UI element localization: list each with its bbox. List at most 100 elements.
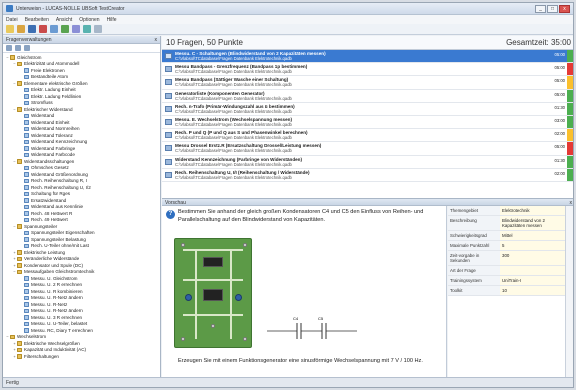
question-icon	[24, 100, 29, 105]
question-time: 01:30	[554, 157, 565, 163]
tree-item[interactable]: + Filterschaltungen	[5, 353, 158, 360]
question-icon	[24, 211, 29, 216]
question-icon	[165, 145, 172, 152]
tree-panel-close-button[interactable]: x	[155, 37, 158, 43]
difficulty-indicator	[567, 115, 573, 129]
export-icon[interactable]	[72, 25, 80, 33]
tree-item-label: Spannungsteiler Eigenschaften	[31, 230, 95, 236]
circuit-board-image	[174, 238, 252, 348]
question-row[interactable]: Messu. C - Schaltungen (Blindwiderstand …	[162, 50, 573, 64]
property-value[interactable]: 5	[500, 241, 565, 250]
tree-item-label: Veränderliche Widerstände	[24, 256, 80, 262]
tree-item-label: Elektr. Ladung Feldlinien	[31, 93, 82, 99]
question-text: Bestimmen Sie anhand der gleich großen K…	[178, 209, 424, 223]
difficulty-indicator	[567, 102, 573, 115]
question-icon	[165, 105, 172, 112]
property-value[interactable]: Mittel	[500, 231, 565, 240]
tree-refresh-icon[interactable]	[6, 45, 12, 51]
tree-item-label: Rech. Reihenschaltung U, I/2	[31, 184, 91, 190]
menu-help[interactable]: Hilfe	[107, 17, 117, 23]
property-value[interactable]	[500, 266, 565, 275]
question-icon	[24, 302, 29, 307]
schematic-label-c5: C5	[318, 316, 324, 321]
menu-edit[interactable]: Bearbeiten	[25, 17, 49, 23]
difficulty-indicator	[567, 89, 573, 102]
question-time: 02:00	[554, 131, 565, 137]
tree-item-label: Widerstand Größenordnung	[31, 171, 88, 177]
folder-icon	[17, 256, 22, 261]
tree-item-label: Spannungsteiler	[24, 223, 58, 229]
question-icon	[24, 133, 29, 138]
folder-icon	[17, 250, 22, 255]
minimize-button[interactable]: _	[535, 4, 546, 13]
status-text: Fertig	[6, 379, 19, 386]
tree-item-label: Widerstand Farbringe	[31, 145, 76, 151]
question-icon	[24, 120, 29, 125]
property-value[interactable]: Blindwiderstand von 2 Kapazitäten messen	[500, 216, 565, 230]
close-button[interactable]: x	[559, 4, 570, 13]
maximize-button[interactable]: □	[547, 4, 558, 13]
preview-close-button[interactable]: x	[570, 200, 573, 206]
tree-item-label: Kondensator und Spule (DC)	[24, 262, 83, 268]
question-icon	[24, 315, 29, 320]
menu-view[interactable]: Ansicht	[56, 17, 72, 23]
question-tree: − Gleichstrom − Elektrizität und Atommodell…	[3, 53, 160, 361]
question-time: 05:00	[554, 144, 565, 150]
property-value[interactable]: 300	[500, 251, 565, 265]
question-time: 05:00	[554, 91, 565, 97]
open-folder-icon[interactable]	[17, 25, 25, 33]
question-row[interactable]: Messu Bandpass - Grenzfrequenz (Bandpass…	[162, 63, 573, 77]
tree-item-label: Widerstand Einheit	[31, 119, 70, 125]
tree-panel-header: Fragenverwaltungen x	[3, 36, 160, 44]
title-bar: Unterweisn - LUCAS-NOLLE UBSoft TestCrea…	[3, 3, 573, 15]
save-icon[interactable]	[28, 25, 36, 33]
question-mark-icon: ?	[166, 210, 175, 219]
tree-item-label: Stromfluss	[31, 100, 53, 106]
question-row[interactable]: Messu Drossel Erstz.R (Ersatzschaltung D…	[162, 142, 573, 156]
property-value[interactable]: Elektrotechnik	[500, 206, 565, 215]
tree-item-label: Messu. U. R-Netz	[31, 301, 68, 307]
property-value[interactable]: 10	[500, 286, 565, 295]
help-icon[interactable]	[94, 25, 102, 33]
folder-icon	[10, 55, 15, 60]
add-question-icon[interactable]	[61, 25, 69, 33]
print-icon[interactable]	[50, 25, 58, 33]
tree-item-label: Elektrische Leistung	[24, 249, 66, 255]
property-key: Toolkit	[448, 286, 500, 295]
folder-icon	[17, 107, 22, 112]
question-icon	[24, 230, 29, 235]
tree-item-label: Widerstand aus Kennlinie	[31, 204, 84, 210]
question-icon	[24, 191, 29, 196]
property-row: Beschreibung Blindwiderstand von 2 Kapazi…	[448, 216, 565, 231]
settings-icon[interactable]	[83, 25, 91, 33]
question-row[interactable]: Rech. Reihenschaltung U, I/I (Reihenscha…	[162, 168, 573, 182]
question-icon	[165, 53, 172, 59]
question-row[interactable]: Messu. E. Wechselstrom (Wechselspannung …	[162, 115, 573, 130]
question-icon	[165, 132, 172, 139]
tree-item-label: Messu. U. 3 R errechnen	[31, 314, 83, 320]
folder-icon	[10, 334, 15, 339]
menu-file[interactable]: Datei	[6, 17, 18, 23]
tree-filter-icon[interactable]	[24, 45, 30, 51]
difficulty-indicator	[567, 76, 573, 89]
question-icon	[24, 276, 29, 281]
folder-icon	[17, 159, 22, 164]
tree-add-icon[interactable]	[15, 45, 21, 51]
properties-panel: Themengebiet Elektrotechnik Beschreibung Bl…	[448, 206, 565, 379]
question-row[interactable]: Rech. n-Trafo (Primär-Windungszahl aus ü…	[162, 102, 573, 116]
property-row: Schwierigkeitsgrad Mittel	[448, 231, 565, 241]
question-row[interactable]: Rech. P und Q (P und Q aus S und Phasenw…	[162, 129, 573, 143]
question-icon	[165, 66, 172, 73]
menu-options[interactable]: Optionen	[79, 17, 99, 23]
question-row[interactable]: Widerstand Kennzeichnung (Farbringe von …	[162, 155, 573, 169]
question-row[interactable]: Messu Bandpass (Sättiger Wasche einer Sc…	[162, 76, 573, 90]
question-icon	[24, 165, 29, 170]
delete-icon[interactable]	[39, 25, 47, 33]
property-value[interactable]: UniTrain-I	[500, 276, 565, 285]
difficulty-indicator	[567, 129, 573, 142]
new-file-icon[interactable]	[6, 25, 14, 33]
question-time: 01:30	[554, 104, 565, 110]
question-row[interactable]: Generatorliste (Komponenten Generator) C:…	[162, 89, 573, 103]
property-key: Themengebiet	[448, 206, 500, 215]
question-text-block: Messu Bandpass - Grenzfrequenz (Bandpass…	[175, 63, 553, 75]
